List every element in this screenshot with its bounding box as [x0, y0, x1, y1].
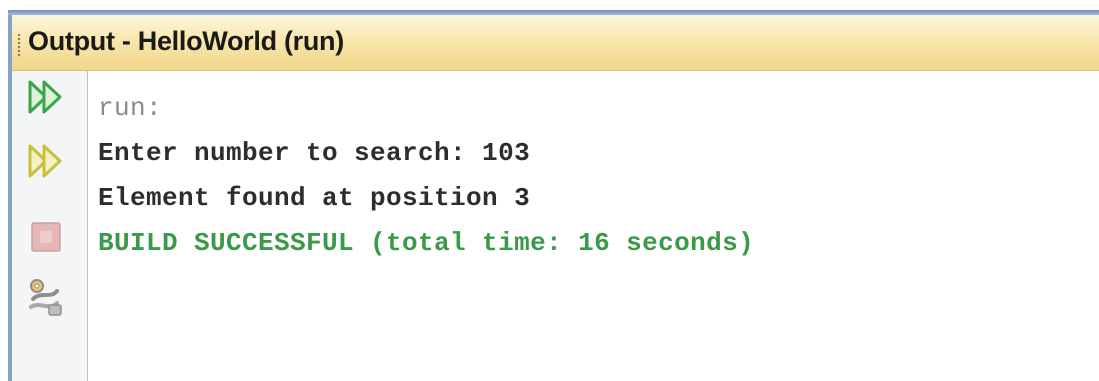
drag-grip-icon[interactable]	[17, 33, 21, 57]
console-line-run: run:	[98, 93, 163, 123]
output-title: Output - HelloWorld (run)	[28, 26, 344, 56]
rerun-button[interactable]	[26, 77, 66, 117]
stop-button[interactable]	[26, 217, 66, 257]
console-line-build-status: BUILD SUCCESSFUL (total time: 16 seconds…	[98, 228, 755, 258]
settings-icon	[29, 279, 62, 316]
output-toolbar	[12, 71, 88, 381]
output-window: Output - HelloWorld (run) run: Enter num…	[0, 0, 1099, 381]
rerun-with-options-button[interactable]	[26, 141, 66, 181]
console-output[interactable]: run: Enter number to search: 103 Element…	[88, 71, 1099, 381]
rerun-icon	[28, 80, 62, 114]
output-tab-header[interactable]: Output - HelloWorld (run)	[12, 15, 1099, 71]
stop-icon	[31, 222, 61, 252]
rerun-with-options-icon	[28, 144, 62, 178]
settings-button[interactable]	[26, 277, 66, 317]
console-line-result: Element found at position 3	[98, 183, 531, 213]
console-line-prompt: Enter number to search: 103	[98, 138, 531, 168]
